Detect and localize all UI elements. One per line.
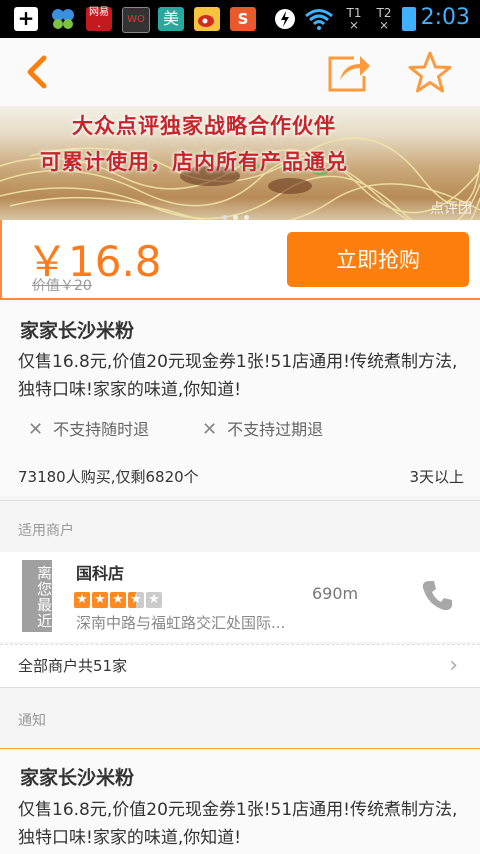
policy-label: 不支持随时退 <box>53 420 150 439</box>
butterfly-icon <box>50 7 76 31</box>
merchant-address: 深南中路与福虹路交汇处国际... <box>76 614 286 632</box>
plus-icon: + <box>14 7 38 31</box>
notice-description: 仅售16.8元,价值20元现金券1张!51店通用!传统煮制方法,独特口味!家家的… <box>18 800 458 848</box>
netease-icon: 网易. <box>86 7 112 31</box>
buy-now-button[interactable]: 立即抢购 <box>287 232 469 287</box>
sim1-icon: T1 ⨯ <box>346 6 362 32</box>
chevron-right-icon: › <box>449 653 458 678</box>
star-icon: ★ <box>92 592 108 608</box>
price-bar: ￥16.8 价值￥20 立即抢购 <box>0 220 480 300</box>
phone-icon[interactable] <box>420 578 454 612</box>
banner-headline: 大众点评独家战略合作伙伴 <box>72 113 336 138</box>
wifi-icon <box>304 7 334 31</box>
favorite-button[interactable] <box>407 50 453 96</box>
star-icon: ★ <box>74 592 90 608</box>
top-nav-bar <box>0 38 480 106</box>
banner-subheadline: 可累计使用，店内所有产品通兑 <box>40 149 348 174</box>
star-half-icon: ★ <box>128 592 144 608</box>
policy-no-refund-expired: ✕ 不支持过期退 <box>202 416 323 440</box>
all-merchants-label: 全部商户共51家 <box>18 657 128 675</box>
deal-title: 家家长沙米粉 <box>20 320 135 342</box>
s-app-icon: S <box>230 7 256 31</box>
days-remaining: 3天以上 <box>409 468 464 486</box>
mei-icon: 美 <box>158 7 184 31</box>
deal-banner[interactable]: 大众点评独家战略合作伙伴 可累计使用，店内所有产品通兑 点评团 <box>0 106 480 220</box>
notice-title: 家家长沙米粉 <box>20 767 135 789</box>
sales-count: 73180人购买,仅剩6820个 <box>18 468 199 486</box>
sim2-icon: T2 ⨯ <box>376 6 392 32</box>
close-icon: ✕ <box>202 419 218 440</box>
dianping-tuan-logo: 点评团 <box>430 201 472 217</box>
battery-icon <box>402 7 416 31</box>
star-empty-icon: ★ <box>146 592 162 608</box>
star-icon: ★ <box>110 592 126 608</box>
close-icon: ✕ <box>28 419 44 440</box>
banner-pagination <box>222 205 255 220</box>
bolt-icon <box>274 7 296 31</box>
merchant-card[interactable]: 离您最近 国科店 ★ ★ ★ ★ ★ 690m 深南中路与福虹路交汇处国际... <box>0 552 480 642</box>
sim1-label: 1 <box>353 6 362 20</box>
weibo-icon <box>194 7 220 31</box>
section-label-merchants: 适用商户 <box>18 523 74 539</box>
back-button[interactable] <box>22 54 56 90</box>
merchant-rating: ★ ★ ★ ★ ★ <box>74 588 164 608</box>
merchant-name: 国科店 <box>76 564 125 583</box>
chevron-left-icon <box>27 55 47 89</box>
wo-icon: WO <box>122 7 150 33</box>
original-price: 价值￥20 <box>32 278 92 294</box>
status-bar: + 网易. WO 美 S T1 ⨯ T2 ⨯ 2:03 <box>0 0 480 38</box>
share-button[interactable] <box>326 52 372 94</box>
star-outline-icon <box>408 51 452 93</box>
sim2-label: 2 <box>383 6 392 20</box>
policy-label: 不支持过期退 <box>227 420 324 439</box>
all-merchants-link[interactable]: 全部商户共51家 › <box>0 644 480 688</box>
merchant-distance: 690m <box>312 584 359 603</box>
deal-description: 仅售16.8元,价值20元现金券1张!51店通用!传统煮制方法,独特口味!家家的… <box>18 352 458 400</box>
policy-no-refund-anytime: ✕ 不支持随时退 <box>28 416 149 440</box>
nearest-badge: 离您最近 <box>22 560 53 632</box>
clock: 2:03 <box>420 5 470 30</box>
share-icon <box>328 56 370 92</box>
section-label-notice: 通知 <box>18 713 46 729</box>
